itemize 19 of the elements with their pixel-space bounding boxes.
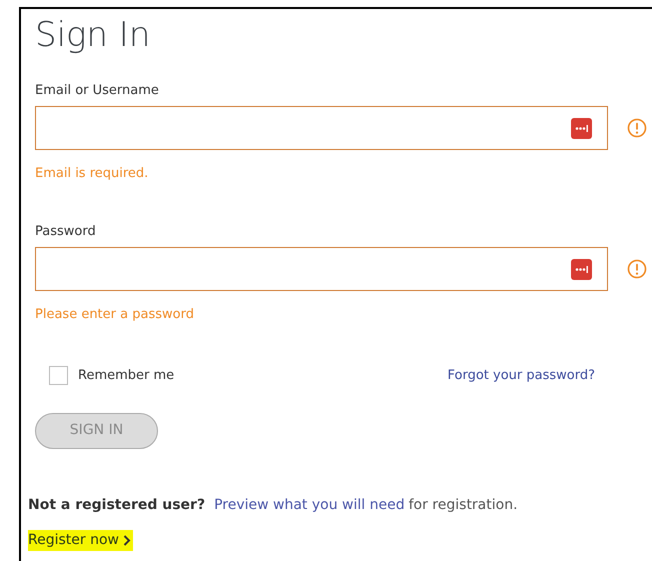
page-title: Sign In — [35, 15, 150, 55]
remember-checkbox[interactable] — [49, 366, 68, 386]
field-label: Password — [35, 224, 96, 240]
password-manager-icon[interactable] — [571, 118, 592, 138]
error-message: Email is required. — [35, 166, 148, 182]
register-now-link[interactable]: Register now — [28, 530, 133, 550]
warning-icon — [627, 118, 647, 138]
password-manager-icon[interactable] — [571, 258, 592, 280]
input-field[interactable] — [35, 247, 608, 291]
chevron-right-icon — [122, 534, 131, 546]
preview-link[interactable]: Preview what you will need — [214, 494, 405, 516]
registration-text: for registration. — [408, 496, 518, 514]
warning-icon — [627, 259, 647, 279]
not-registered-text: Not a registered user? — [28, 496, 206, 514]
forgot-password-link[interactable]: Forgot your password? — [447, 366, 595, 386]
field-label: Email or Username — [35, 83, 159, 99]
input-field[interactable] — [35, 106, 608, 150]
error-message: Please enter a password — [35, 307, 194, 323]
remember-label: Remember me — [78, 367, 174, 385]
